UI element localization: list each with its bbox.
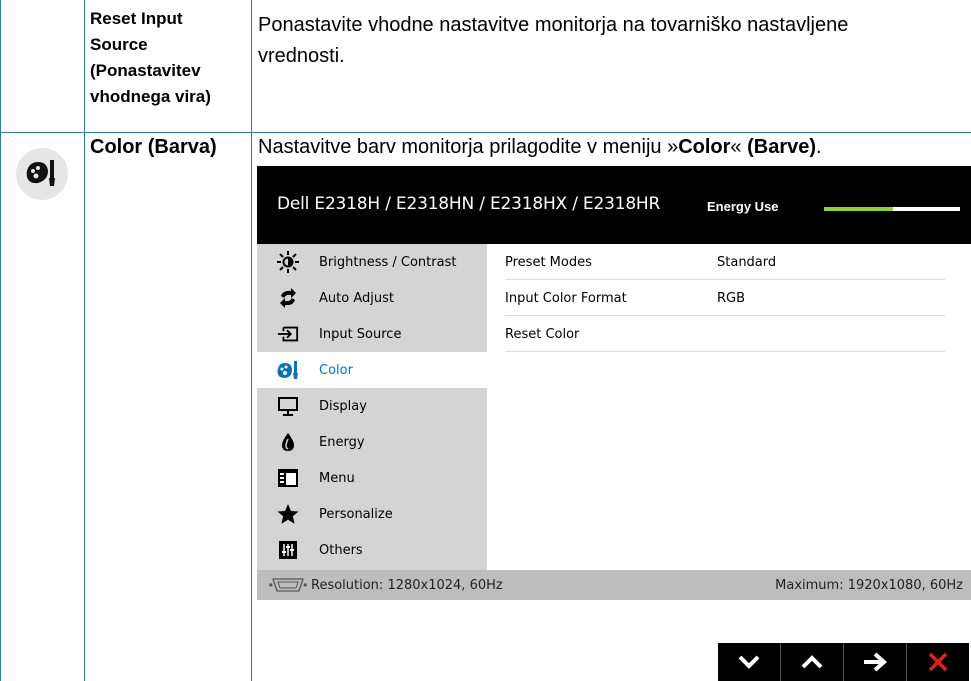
current-resolution: Resolution: 1280x1024, 60Hz [311,578,503,593]
next-button[interactable] [844,643,907,681]
row-description-color: Nastavitve barv monitorja prilagodite v … [258,136,822,159]
input-source-icon [277,323,299,345]
desc-text: . [816,136,822,158]
desc-text: Nastavitve barv monitorja prilagodite v … [258,136,679,158]
menu-icon [277,467,299,489]
setting-value: Standard [717,255,777,270]
row-label-reset-input-source: Reset Input Source (Ponastavitev vhodneg… [90,6,250,110]
menu-item-personalize[interactable]: Personalize [257,496,487,532]
down-button[interactable] [718,643,781,681]
table-border-left [0,0,1,681]
energy-icon [277,431,299,453]
osd-footer: Resolution: 1280x1024, 60Hz Maximum: 192… [257,570,971,600]
chevron-up-icon [801,655,823,669]
osd-main-menu: Brightness / Contrast Auto Adjust Input … [257,244,487,570]
setting-value: RGB [717,291,746,306]
row-description-reset-input-source: Ponastavite vhodne nastavitve monitorja … [258,10,968,72]
menu-item-auto-adjust[interactable]: Auto Adjust [257,280,487,316]
menu-item-label: Others [319,543,363,558]
menu-item-brightness-contrast[interactable]: Brightness / Contrast [257,244,487,280]
setting-name: Preset Modes [505,255,592,270]
exit-button[interactable] [907,643,969,681]
display-icon [277,395,299,417]
description-line: vrednosti. [258,45,345,67]
description-line: Ponastavite vhodne nastavitve monitorja … [258,14,849,36]
osd-navigation-buttons [718,643,969,681]
chevron-down-icon [738,655,760,669]
others-icon [277,539,299,561]
label-line: vhodnega vira) [90,87,211,106]
table-border-col2 [251,0,252,681]
setting-input-color-format[interactable]: Input Color Format RGB [505,280,945,316]
monitor-model: Dell E2318H / E2318HN / E2318HX / E2318H… [277,194,661,214]
label-line: Reset Input [90,9,183,28]
table-border-row [0,132,971,133]
energy-use-label: Energy Use [707,199,779,214]
setting-preset-modes[interactable]: Preset Modes Standard [505,244,945,280]
menu-item-color[interactable]: Color [257,352,487,388]
menu-item-label: Display [319,399,367,414]
desc-bold-barve: (Barve) [747,136,817,158]
row-label-color: Color (Barva) [90,136,217,158]
setting-name: Reset Color [505,327,580,342]
arrow-right-icon [864,652,887,672]
desc-bold-color: Color [678,136,731,158]
menu-item-display[interactable]: Display [257,388,487,424]
menu-item-label: Input Source [319,327,402,342]
color-icon [277,359,299,381]
video-connector-icon [269,577,307,597]
brightness-icon [277,251,299,273]
menu-item-input-source[interactable]: Input Source [257,316,487,352]
maximum-resolution: Maximum: 1920x1080, 60Hz [775,578,963,593]
menu-item-label: Color [319,363,353,378]
menu-item-label: Menu [319,471,355,486]
label-line: Source [90,35,148,54]
desc-text: « [730,136,748,158]
table-border-col1 [84,0,85,681]
color-palette-icon [16,148,68,200]
label-line: (Ponastavitev [90,61,201,80]
setting-name: Input Color Format [505,291,627,306]
menu-item-label: Energy [319,435,365,450]
close-icon [928,652,948,672]
osd-submenu: Preset Modes Standard Input Color Format… [487,244,971,570]
setting-reset-color[interactable]: Reset Color [505,316,945,352]
energy-use-fill [824,207,894,211]
menu-item-others[interactable]: Others [257,532,487,568]
menu-item-label: Brightness / Contrast [319,255,457,270]
energy-use-bar [824,207,960,211]
menu-item-menu[interactable]: Menu [257,460,487,496]
menu-item-label: Personalize [319,507,393,522]
osd-menu: Dell E2318H / E2318HN / E2318HX / E2318H… [257,166,971,600]
star-icon [277,503,299,525]
menu-item-label: Auto Adjust [319,291,394,306]
menu-item-energy[interactable]: Energy [257,424,487,460]
auto-adjust-icon [277,287,299,309]
up-button[interactable] [781,643,844,681]
osd-header: Dell E2318H / E2318HN / E2318HX / E2318H… [257,166,971,244]
